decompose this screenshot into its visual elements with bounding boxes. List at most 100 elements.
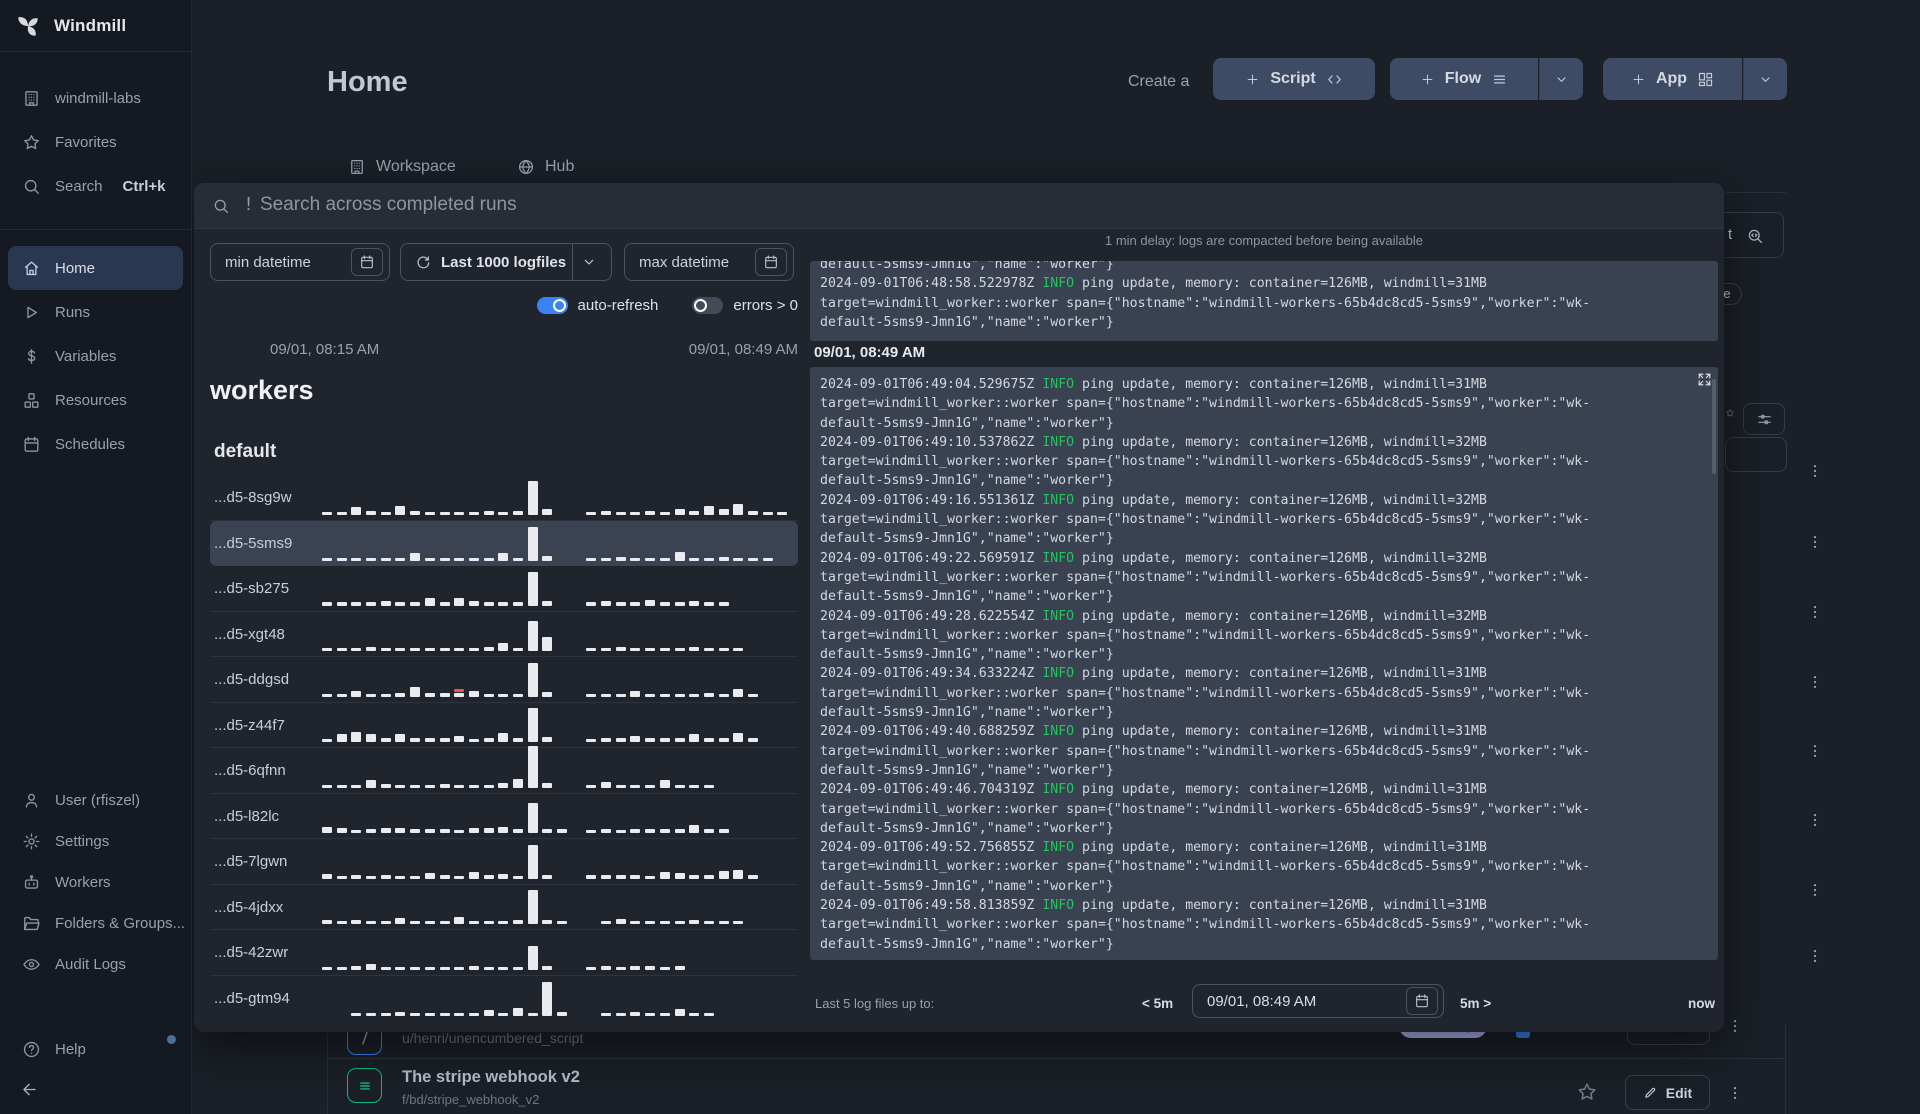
kebab-menu-icon[interactable]: [1806, 530, 1824, 554]
sidebar-item-settings[interactable]: Settings: [0, 821, 191, 862]
log-text: default-5sms9-Jmn1G","name":"worker"}: [820, 762, 1114, 778]
errors-toggle[interactable]: [692, 297, 724, 314]
activity-bar: [674, 872, 685, 879]
scrollbar[interactable]: [1712, 379, 1716, 474]
kebab-menu-icon[interactable]: [1806, 459, 1824, 483]
kebab-menu-icon[interactable]: [1806, 739, 1824, 763]
worker-row-d5-42zwr[interactable]: ...d5-42zwr: [210, 930, 798, 976]
favorite-star-icon[interactable]: [1576, 1081, 1598, 1103]
collapse-sidebar-icon[interactable]: [20, 1080, 39, 1099]
flow-path[interactable]: f/bd/stripe_webhook_v2: [402, 1092, 539, 1107]
worker-row-d5-7lgwn[interactable]: ...d5-7lgwn: [210, 839, 798, 885]
sidebar-item-favorites[interactable]: Favorites: [0, 120, 191, 164]
sidebar-item-resources[interactable]: Resources: [0, 378, 191, 422]
activity-bar: [747, 874, 758, 879]
kebab-menu-icon[interactable]: [1726, 1081, 1744, 1105]
log-block-previous[interactable]: default-5sms9-Jmn1G","name":"worker"} 202…: [810, 261, 1718, 341]
kebab-menu-icon[interactable]: [1806, 878, 1824, 902]
page-title: Home: [327, 66, 408, 98]
log-text: ping update, memory: container=126MB, wi…: [1074, 898, 1487, 914]
kebab-menu-icon[interactable]: [1726, 1014, 1744, 1038]
log-entry: 2024-09-01T06:49:52.756855Z INFO ping up…: [820, 838, 1708, 896]
sidebar-item-user-rfiszel[interactable]: User (rfiszel): [0, 780, 191, 821]
kebab-menu-icon[interactable]: [1806, 600, 1824, 624]
runs-search-bar[interactable]: ! Search across completed runs: [194, 183, 1724, 229]
log-level: INFO: [1042, 276, 1075, 292]
kebab-menu-icon[interactable]: [1806, 670, 1824, 694]
create-script-button[interactable]: Script: [1213, 58, 1375, 100]
log-datetime-input[interactable]: 09/01, 08:49 AM: [1192, 984, 1444, 1018]
activity-bar: [586, 511, 597, 515]
sidebar-item-search[interactable]: Search Ctrl+k: [0, 164, 191, 208]
worker-row-d5-z44f7[interactable]: ...d5-z44f7: [210, 703, 798, 748]
forward-5m-button[interactable]: 5m >: [1460, 989, 1491, 1019]
create-app-button[interactable]: App: [1603, 58, 1742, 100]
worker-row-d5-4jdxx[interactable]: ...d5-4jdxx: [210, 885, 798, 930]
activity-bar: [351, 648, 362, 651]
worker-group-heading: default: [214, 441, 277, 462]
calendar-button[interactable]: [1406, 987, 1438, 1015]
max-datetime-input[interactable]: max datetime: [624, 243, 794, 281]
app-dropdown-button[interactable]: [1743, 58, 1787, 100]
flow-dropdown-button[interactable]: [1539, 58, 1583, 100]
app-grid-icon: [1697, 71, 1714, 88]
worker-row-d5-xgt48[interactable]: ...d5-xgt48: [210, 612, 798, 657]
log-text: ping update, memory: container=126MB, wi…: [1074, 377, 1487, 392]
sidebar-item-runs[interactable]: Runs: [0, 290, 191, 334]
filter-sliders-button[interactable]: [1743, 403, 1785, 435]
log-entry: 2024-09-01T06:49:34.633224Z INFO ping up…: [820, 664, 1708, 722]
script-path[interactable]: u/henri/unencumbered_script: [402, 1030, 583, 1046]
activity-bar: [410, 829, 421, 833]
worker-row-d5-sb275[interactable]: ...d5-sb275: [210, 566, 798, 612]
edit-button[interactable]: Edit: [1625, 1075, 1710, 1110]
now-button[interactable]: now: [1688, 989, 1715, 1019]
activity-bar: [601, 874, 612, 879]
calendar-button[interactable]: [755, 248, 787, 276]
back-5m-button[interactable]: < 5m: [1142, 989, 1173, 1019]
sidebar-item-help[interactable]: Help: [0, 1029, 191, 1070]
activity-bar: [498, 921, 509, 924]
divider: [572, 244, 573, 280]
activity-bar: [512, 693, 523, 697]
app-logo[interactable]: Windmill: [0, 0, 191, 52]
completed-runs-drawer: ! Search across completed runs min datet…: [194, 183, 1724, 1032]
activity-bar: [380, 693, 391, 697]
min-datetime-input[interactable]: min datetime: [210, 243, 390, 281]
sidebar-item-variables[interactable]: Variables: [0, 334, 191, 378]
worker-activity-sparkline: [322, 607, 802, 651]
log-block-current[interactable]: 2024-09-01T06:49:04.529675Z INFO ping up…: [810, 367, 1718, 960]
sidebar-item-workers[interactable]: Workers: [0, 862, 191, 903]
worker-row-d5-l82lc[interactable]: ...d5-l82lc: [210, 794, 798, 839]
activity-bar: [557, 1012, 567, 1016]
tab-hub[interactable]: Hub: [517, 158, 574, 176]
calendar-button[interactable]: [351, 248, 383, 276]
activity-bar: [424, 648, 435, 651]
flow-title[interactable]: The stripe webhook v2: [402, 1068, 580, 1087]
sidebar-item-windmill-labs[interactable]: windmill-labs: [0, 76, 191, 120]
worker-name: ...d5-7lgwn: [214, 853, 288, 870]
sidebar-item-folders-groups[interactable]: Folders & Groups...: [0, 903, 191, 944]
logfiles-select[interactable]: Last 1000 logfiles: [400, 243, 612, 281]
sidebar-item-schedules[interactable]: Schedules: [0, 422, 191, 466]
sidebar-item-audit-logs[interactable]: Audit Logs: [0, 944, 191, 985]
kebab-menu-icon[interactable]: [1806, 808, 1824, 832]
activity-bar: [659, 648, 670, 651]
chevron-down-icon[interactable]: [581, 254, 597, 270]
kebab-menu-icon[interactable]: [1806, 944, 1824, 968]
activity-bar: [483, 647, 494, 651]
activity-bar: [718, 508, 729, 515]
log-section-header: 09/01, 08:49 AM: [814, 344, 926, 361]
worker-row-d5-gtm94[interactable]: ...d5-gtm94: [210, 976, 798, 1022]
activity-bar: [439, 738, 450, 742]
log-entry: 2024-09-01T06:49:10.537862Z INFO ping up…: [820, 433, 1708, 491]
sidebar-item-home[interactable]: Home: [8, 246, 183, 290]
worker-row-d5-6qfnn[interactable]: ...d5-6qfnn: [210, 745, 798, 794]
activity-bar: [322, 920, 332, 924]
tab-workspace[interactable]: Workspace: [348, 158, 456, 176]
worker-row-d5-5sms9[interactable]: ...d5-5sms9: [210, 520, 798, 566]
auto-refresh-toggle[interactable]: [536, 297, 568, 314]
worker-row-d5-8sg9w[interactable]: ...d5-8sg9w: [210, 475, 798, 521]
worker-row-d5-ddgsd[interactable]: ...d5-ddgsd: [210, 657, 798, 703]
create-flow-button[interactable]: Flow: [1390, 58, 1538, 100]
expand-icon[interactable]: [1697, 372, 1712, 387]
